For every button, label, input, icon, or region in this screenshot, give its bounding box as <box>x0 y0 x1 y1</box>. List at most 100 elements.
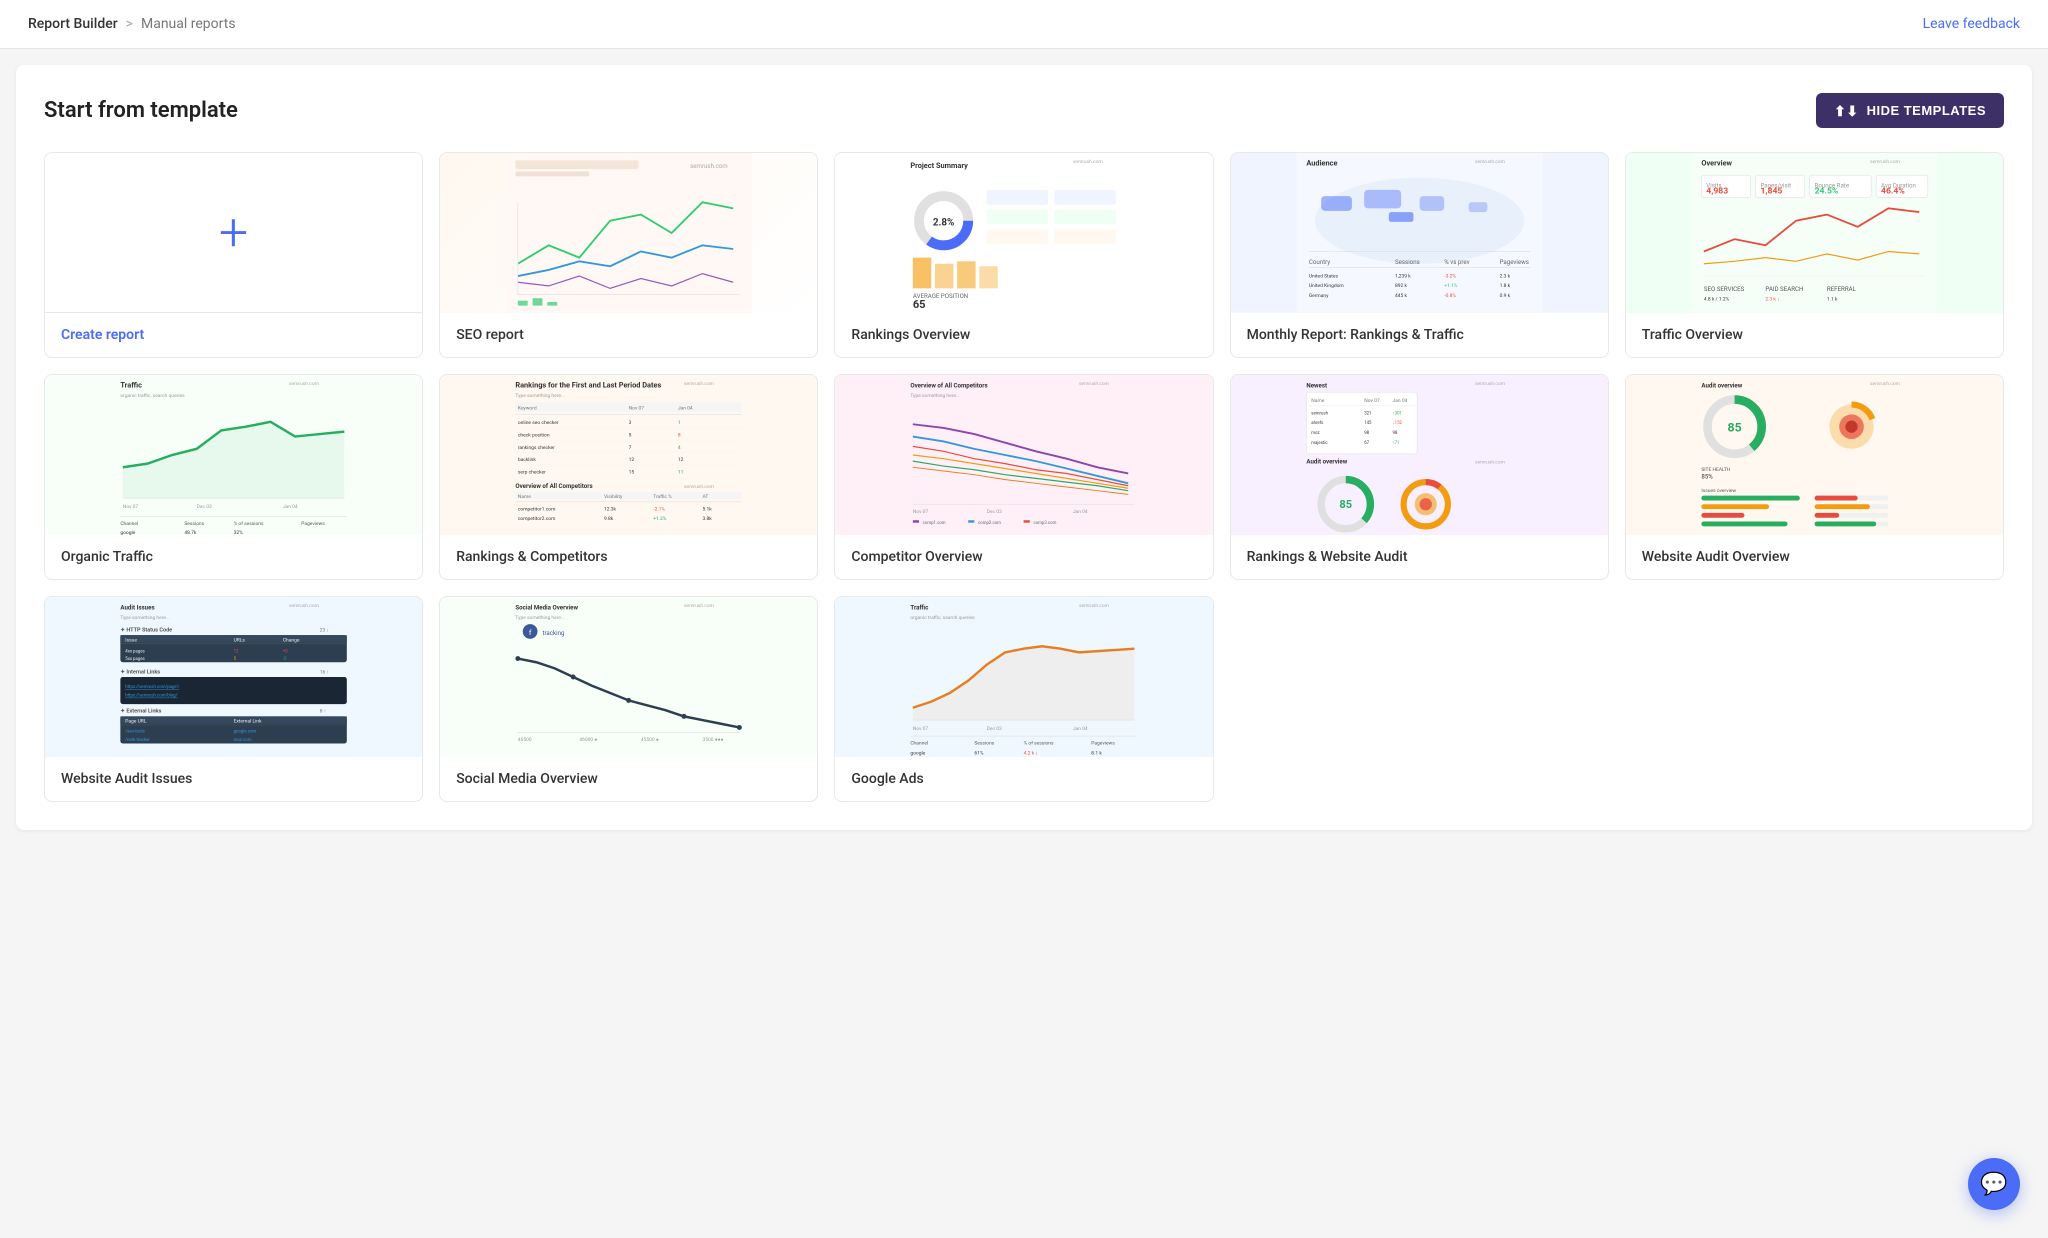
monthly-preview: Audience semrush.com Country Sessions % … <box>1231 153 1608 313</box>
svg-text:Audit overview: Audit overview <box>1306 458 1347 466</box>
svg-text:Jan 04: Jan 04 <box>1073 509 1088 515</box>
svg-text:serp checker: serp checker <box>518 469 546 475</box>
svg-text:United Kingdom: United Kingdom <box>1308 283 1343 289</box>
svg-text:32%: 32% <box>234 530 244 535</box>
traffic-overview-label: Traffic Overview <box>1626 313 2003 357</box>
googleads-preview: Traffic semrush.com organic traffic, sea… <box>835 597 1212 757</box>
svg-text:4.8 k / 1.2%: 4.8 k / 1.2% <box>1704 297 1730 303</box>
template-card-social[interactable]: Social Media Overview semrush.com Type s… <box>439 596 818 802</box>
hide-templates-label: HIDE TEMPLATES <box>1867 103 1986 118</box>
svg-text:semrush.com: semrush.com <box>1073 159 1103 165</box>
social-media-label: Social Media Overview <box>440 757 817 801</box>
svg-text:7: 7 <box>629 445 632 451</box>
svg-text:comp1.com: comp1.com <box>923 521 946 526</box>
competitor-overview-label: Competitor Overview <box>835 535 1212 579</box>
svg-text:Rankings for the First and Las: Rankings for the First and Last Period D… <box>516 380 662 389</box>
audit-overview-label: Website Audit Overview <box>1626 535 2003 579</box>
svg-text:Social Media Overview: Social Media Overview <box>516 603 579 611</box>
template-card-google-ads[interactable]: Traffic semrush.com organic traffic, sea… <box>834 596 1213 802</box>
svg-text:semrush.com: semrush.com <box>289 603 319 609</box>
template-card-seo[interactable]: semrush.com S <box>439 152 818 358</box>
chat-button[interactable]: 💬 <box>1968 1158 2020 1210</box>
arrows-icon: ⬆⬇ <box>1834 104 1858 118</box>
svg-text:google: google <box>911 751 926 757</box>
svg-text:semrush.com: semrush.com <box>1475 159 1505 165</box>
svg-text:REFERRAL: REFERRAL <box>1827 285 1857 293</box>
hide-templates-button[interactable]: ⬆⬇ HIDE TEMPLATES <box>1816 93 2004 128</box>
svg-text:https://semrush.com/page1: https://semrush.com/page1 <box>125 685 179 690</box>
svg-text:Channel: Channel <box>911 741 929 747</box>
svg-text:comp2.com: comp2.com <box>978 521 1001 526</box>
svg-text:backlink: backlink <box>518 457 537 463</box>
svg-text:1,845: 1,845 <box>1760 187 1782 197</box>
rankaudit-preview: Newest semrush.com Name Nov 07 Jan 04 se… <box>1231 375 1608 535</box>
audit-issues-label: Website Audit Issues <box>45 757 422 801</box>
svg-text:Jan 04: Jan 04 <box>1392 398 1407 404</box>
svg-text:2.8%: 2.8% <box>933 218 954 229</box>
svg-text:Traffic %: Traffic % <box>653 493 672 500</box>
svg-text:competitor2.com: competitor2.com <box>518 516 556 522</box>
svg-text:8.1 k: 8.1 k <box>1092 751 1103 757</box>
template-card-create[interactable]: + Create report <box>44 152 423 358</box>
svg-text:892 k: 892 k <box>1395 283 1407 289</box>
svg-text:/seo-tools: /seo-tools <box>125 729 144 734</box>
chat-icon: 💬 <box>1980 1172 2007 1197</box>
rankings-competitors-label: Rankings & Competitors <box>440 535 817 579</box>
create-report-label: Create report <box>45 313 422 357</box>
svg-text:Sessions: Sessions <box>184 521 204 527</box>
svg-text:2.3 k: 2.3 k <box>1499 273 1510 279</box>
plus-icon: + <box>219 207 248 259</box>
template-card-rankings-overview[interactable]: Project Summary semrush.com 2.8% <box>834 152 1213 358</box>
svg-text:3500 ●●●: 3500 ●●● <box>703 737 724 743</box>
svg-text:5: 5 <box>629 433 632 439</box>
svg-text:google.com: google.com <box>234 729 257 734</box>
svg-text:Visibility: Visibility <box>604 494 623 500</box>
svg-text:/rank-tracker: /rank-tracker <box>125 738 150 743</box>
svg-text:External Link: External Link <box>234 719 262 725</box>
svg-text:semrush.com: semrush.com <box>684 484 714 490</box>
top-nav: Report Builder > Manual reports Leave fe… <box>0 0 2048 49</box>
svg-text:3: 3 <box>629 420 632 426</box>
svg-text:google: google <box>120 530 135 535</box>
svg-text:semrush.com: semrush.com <box>684 381 714 387</box>
svg-text:Dec 03: Dec 03 <box>987 726 1002 732</box>
svg-text:moz.com: moz.com <box>234 738 252 743</box>
svg-text:Germany: Germany <box>1308 293 1328 299</box>
svg-text:-2.1%: -2.1% <box>653 506 665 512</box>
svg-text:Audit overview: Audit overview <box>1701 381 1742 389</box>
svg-text:46000 ●: 46000 ● <box>580 737 598 743</box>
svg-text:1.8 k: 1.8 k <box>1499 283 1510 289</box>
breadcrumb-main[interactable]: Report Builder <box>28 16 118 32</box>
rankings-preview: Project Summary semrush.com 2.8% <box>835 153 1212 313</box>
template-card-organic[interactable]: Traffic semrush.com organic traffic, sea… <box>44 374 423 580</box>
svg-text:✦ External Links: ✦ External Links <box>120 708 161 715</box>
svg-text:% of sessions: % of sessions <box>1024 740 1054 747</box>
organic-preview: Traffic semrush.com organic traffic, sea… <box>45 375 422 535</box>
svg-text:Type something here...: Type something here... <box>120 615 169 621</box>
svg-text:4: 4 <box>678 445 681 451</box>
template-card-rankings-competitors[interactable]: Rankings for the First and Last Period D… <box>439 374 818 580</box>
auditissues-preview: Audit Issues semrush.com Type something … <box>45 597 422 757</box>
svg-text:5.1k: 5.1k <box>703 506 713 512</box>
traffic-overview-preview: Overview semrush.com Visits 4,983 Pages/… <box>1626 153 2003 313</box>
svg-text:65: 65 <box>913 298 926 311</box>
svg-text:Nov 07: Nov 07 <box>913 509 929 515</box>
template-card-monthly[interactable]: Audience semrush.com Country Sessions % … <box>1230 152 1609 358</box>
svg-text:Overview: Overview <box>1701 158 1732 167</box>
svg-text:9.8k: 9.8k <box>604 516 614 522</box>
svg-text:61%: 61% <box>975 751 985 757</box>
svg-text:↓152: ↓152 <box>1392 421 1402 426</box>
svg-text:12: 12 <box>678 457 684 463</box>
svg-text:8 ↑: 8 ↑ <box>320 709 326 715</box>
template-card-competitor[interactable]: Overview of All Competitors semrush.com … <box>834 374 1213 580</box>
template-card-rankings-audit[interactable]: Newest semrush.com Name Nov 07 Jan 04 se… <box>1230 374 1609 580</box>
svg-text:Keyword: Keyword <box>518 405 537 411</box>
svg-text:98: 98 <box>1364 431 1369 436</box>
svg-text:4xx pages: 4xx pages <box>125 649 144 654</box>
template-card-audit-overview[interactable]: Audit overview semrush.com 85 SITE HEALT… <box>1625 374 2004 580</box>
svg-text:✦ HTTP Status Code: ✦ HTTP Status Code <box>120 626 172 633</box>
leave-feedback-link[interactable]: Leave feedback <box>1923 16 2020 32</box>
template-card-audit-issues[interactable]: Audit Issues semrush.com Type something … <box>44 596 423 802</box>
svg-text:Nov 07: Nov 07 <box>913 726 929 732</box>
template-card-traffic-overview[interactable]: Overview semrush.com Visits 4,983 Pages/… <box>1625 152 2004 358</box>
